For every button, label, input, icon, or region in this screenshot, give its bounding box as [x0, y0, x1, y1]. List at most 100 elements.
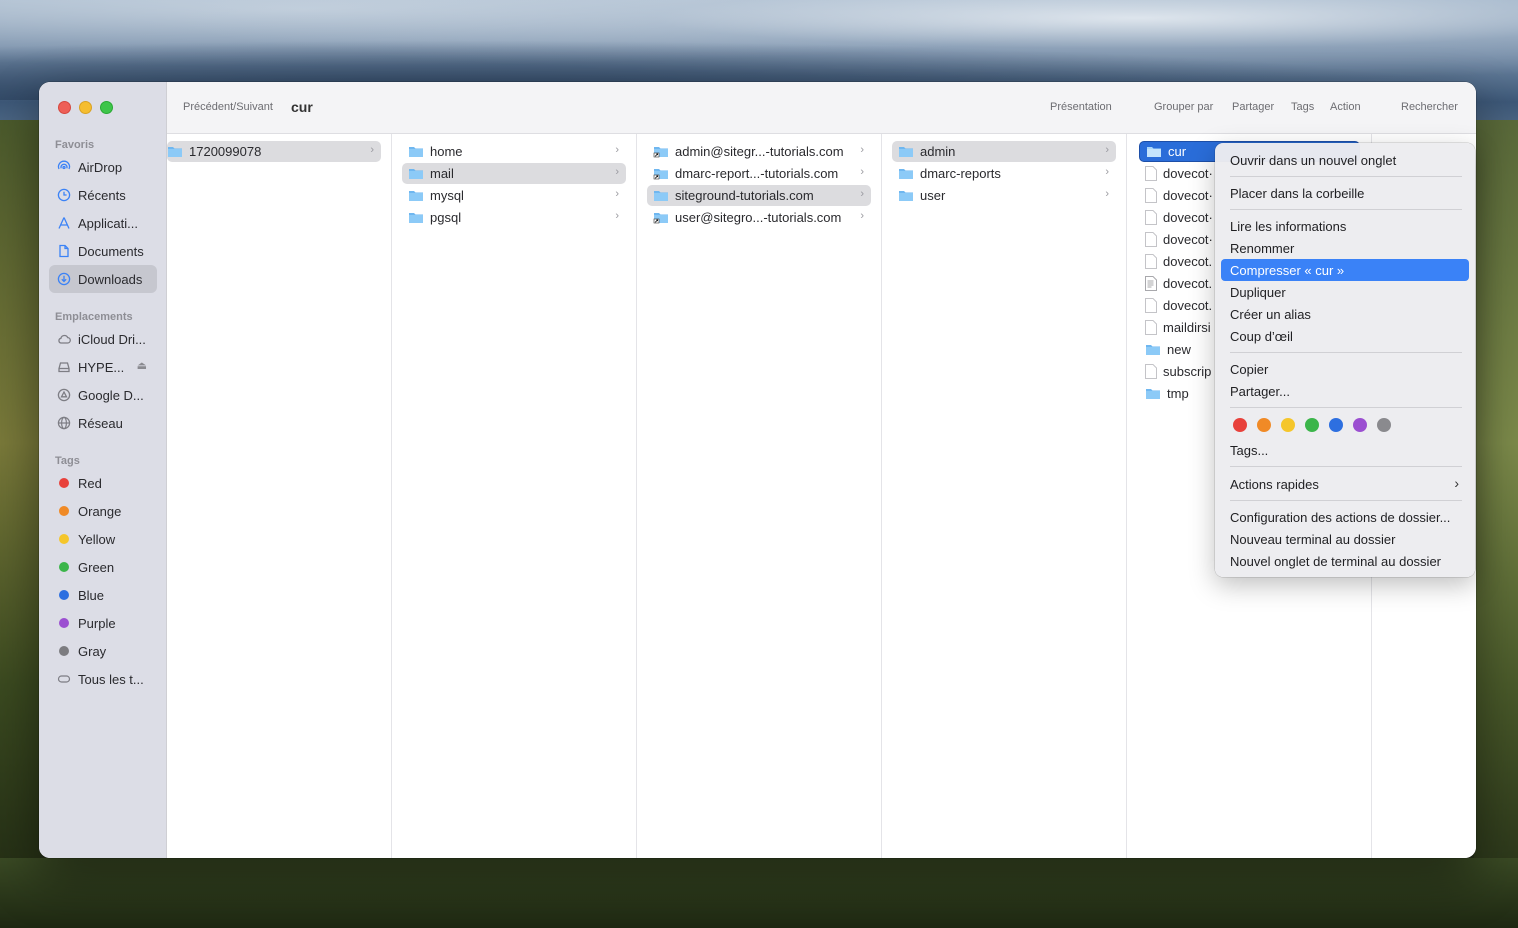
close-button[interactable]	[58, 101, 71, 114]
sidebar-tag-all[interactable]: Tous les t...	[49, 665, 157, 693]
sidebar-tag-orange[interactable]: Orange	[49, 497, 157, 525]
sidebar-tag-green[interactable]: Green	[49, 553, 157, 581]
list-item[interactable]: tmp	[1139, 383, 1219, 404]
sidebar-tag-red[interactable]: Red	[49, 469, 157, 497]
list-item[interactable]: dovecot.	[1139, 295, 1219, 316]
menu-item-new-terminal-tab[interactable]: Nouvel onglet de terminal au dossier	[1221, 550, 1469, 572]
sidebar-tag-yellow[interactable]: Yellow	[49, 525, 157, 553]
menu-item-make-alias[interactable]: Créer un alias	[1221, 303, 1469, 325]
group-by-button[interactable]: Grouper par	[1154, 101, 1213, 113]
list-item[interactable]: dovecot.	[1139, 251, 1219, 272]
menu-item-open-new-tab[interactable]: Ouvrir dans un nouvel onglet	[1221, 149, 1469, 171]
file-icon	[1145, 320, 1157, 335]
network-icon	[57, 416, 71, 430]
view-button[interactable]: Présentation	[1050, 101, 1112, 113]
tag-purple-dot[interactable]	[1353, 418, 1367, 432]
list-item[interactable]: dmarc-reports ›	[892, 163, 1116, 184]
list-item[interactable]: admin ›	[892, 141, 1116, 162]
folder-icon	[408, 145, 424, 158]
action-button[interactable]: Action	[1330, 101, 1361, 113]
menu-item-new-terminal[interactable]: Nouveau terminal au dossier	[1221, 528, 1469, 550]
list-item[interactable]: user ›	[892, 185, 1116, 206]
list-item[interactable]: dovecot·	[1139, 163, 1219, 184]
minimize-button[interactable]	[79, 101, 92, 114]
menu-item-quick-actions[interactable]: Actions rapides ›	[1221, 473, 1469, 495]
sidebar-item-documents[interactable]: Documents	[49, 237, 157, 265]
eject-icon[interactable]: ⏏	[137, 359, 147, 372]
sidebar-item-icloud-drive[interactable]: iCloud Dri...	[49, 325, 157, 353]
sidebar-tag-purple[interactable]: Purple	[49, 609, 157, 637]
folder-icon	[1145, 387, 1161, 400]
list-item[interactable]: 1720099078 ›	[167, 141, 381, 162]
sidebar-item-label: Réseau	[78, 415, 123, 431]
chevron-right-icon: ›	[860, 210, 864, 222]
tag-blue-dot[interactable]	[1329, 418, 1343, 432]
list-item[interactable]: new	[1139, 339, 1219, 360]
sidebar-item-label: Blue	[78, 587, 105, 603]
list-item[interactable]: admin@sitegr...-tutorials.com ›	[647, 141, 871, 162]
menu-item-duplicate[interactable]: Dupliquer	[1221, 281, 1469, 303]
menu-item-quick-look[interactable]: Coup d’œil	[1221, 325, 1469, 347]
list-item[interactable]: mail ›	[402, 163, 626, 184]
sidebar-item-label: Tous les t...	[78, 671, 144, 687]
share-button[interactable]: Partager	[1232, 101, 1274, 113]
tag-red-dot[interactable]	[1233, 418, 1247, 432]
menu-item-folder-actions[interactable]: Configuration des actions de dossier...	[1221, 506, 1469, 528]
tag-orange-dot[interactable]	[1257, 418, 1271, 432]
column-1: 1720099078 ›	[167, 134, 392, 858]
tag-color-dot	[59, 646, 69, 656]
list-item[interactable]: maildirsi	[1139, 317, 1219, 338]
tag-green-dot[interactable]	[1305, 418, 1319, 432]
list-item[interactable]: siteground-tutorials.com ›	[647, 185, 871, 206]
sidebar-item-recents[interactable]: Récents	[49, 181, 157, 209]
back-forward-button[interactable]: Précédent/Suivant	[183, 101, 273, 113]
folder-icon	[408, 189, 424, 202]
item-label: admin	[920, 144, 956, 159]
clock-icon	[57, 188, 71, 202]
list-item[interactable]: dovecot.	[1139, 273, 1219, 294]
sidebar-item-downloads[interactable]: Downloads	[49, 265, 157, 293]
sidebar-item-google-drive[interactable]: Google D...	[49, 381, 157, 409]
sidebar-item-network[interactable]: Réseau	[49, 409, 157, 437]
menu-item-share[interactable]: Partager...	[1221, 380, 1469, 402]
folder-icon	[1145, 343, 1161, 356]
chevron-right-icon: ›	[1105, 188, 1109, 200]
item-label: dmarc-report...-tutorials.com	[675, 166, 839, 181]
list-item[interactable]: dovecot·	[1139, 229, 1219, 250]
sidebar-tag-gray[interactable]: Gray	[49, 637, 157, 665]
menu-item-move-to-trash[interactable]: Placer dans la corbeille	[1221, 182, 1469, 204]
list-item[interactable]: dmarc-report...-tutorials.com ›	[647, 163, 871, 184]
chevron-right-icon: ›	[1105, 144, 1109, 156]
list-item[interactable]: home ›	[402, 141, 626, 162]
sidebar-tag-blue[interactable]: Blue	[49, 581, 157, 609]
sidebar-item-hype-disk[interactable]: HYPE... ⏏	[49, 353, 157, 381]
search-button[interactable]: Rechercher	[1401, 101, 1458, 113]
menu-separator	[1230, 176, 1462, 177]
file-icon	[1145, 188, 1157, 203]
disk-icon	[57, 360, 71, 374]
folder-icon	[408, 211, 424, 224]
sidebar-item-applications[interactable]: Applicati...	[49, 209, 157, 237]
menu-item-compress[interactable]: Compresser « cur »	[1221, 259, 1469, 281]
menu-item-tags[interactable]: Tags...	[1221, 439, 1469, 461]
wallpaper-forest-right	[1474, 120, 1518, 928]
list-item[interactable]: mysql ›	[402, 185, 626, 206]
sidebar-item-airdrop[interactable]: AirDrop	[49, 153, 157, 181]
item-label: dovecot·	[1163, 166, 1213, 181]
menu-item-copy[interactable]: Copier	[1221, 358, 1469, 380]
tags-button[interactable]: Tags	[1291, 101, 1314, 113]
sidebar: Favoris AirDrop Récents Applicati... Doc…	[39, 82, 167, 858]
menu-item-get-info[interactable]: Lire les informations	[1221, 215, 1469, 237]
menu-item-rename[interactable]: Renommer	[1221, 237, 1469, 259]
list-item[interactable]: subscrip	[1139, 361, 1219, 382]
list-item[interactable]: user@sitegro...-tutorials.com ›	[647, 207, 871, 228]
list-item[interactable]: dovecot·	[1139, 207, 1219, 228]
list-item[interactable]: pgsql ›	[402, 207, 626, 228]
list-item[interactable]: dovecot·	[1139, 185, 1219, 206]
sidebar-item-label: Applicati...	[78, 215, 138, 231]
zoom-button[interactable]	[100, 101, 113, 114]
tag-gray-dot[interactable]	[1377, 418, 1391, 432]
tag-yellow-dot[interactable]	[1281, 418, 1295, 432]
file-icon	[1145, 364, 1157, 379]
sidebar-item-label: Purple	[78, 615, 116, 631]
